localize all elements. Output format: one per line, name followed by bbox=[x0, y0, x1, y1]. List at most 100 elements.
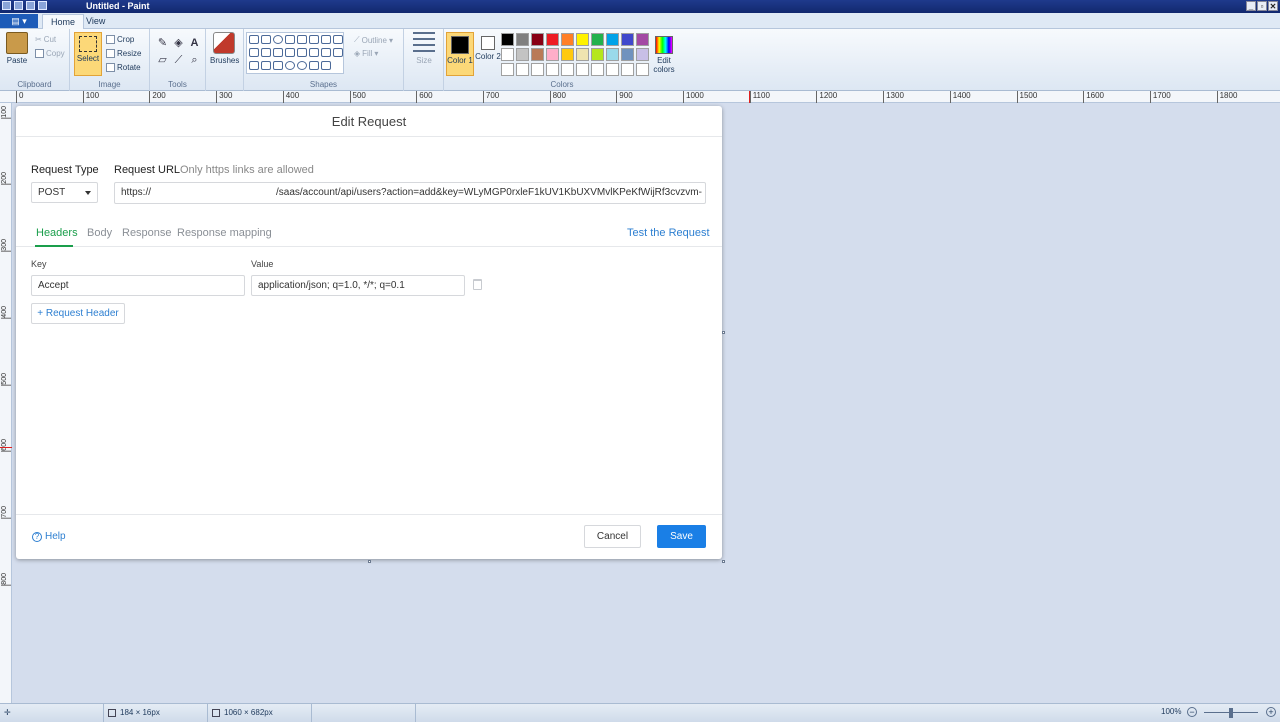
shape-callout-rect-icon[interactable] bbox=[273, 61, 283, 70]
eraser-icon[interactable]: ▱ bbox=[156, 54, 169, 67]
shape-star4-icon[interactable] bbox=[333, 48, 343, 57]
color2-button[interactable]: Color 2 bbox=[474, 32, 502, 76]
palette-swatch[interactable] bbox=[516, 63, 529, 76]
shape-triangle-icon[interactable] bbox=[321, 35, 331, 44]
request-type-select[interactable]: POST bbox=[31, 182, 98, 203]
zoom-out-button[interactable]: − bbox=[1187, 707, 1197, 717]
shape-callout-cloud-icon[interactable] bbox=[297, 61, 307, 70]
paste-button[interactable]: Paste bbox=[3, 32, 31, 65]
tab-headers[interactable]: Headers bbox=[36, 227, 78, 239]
shape-rounded-rect-icon[interactable] bbox=[297, 35, 307, 44]
palette-swatch[interactable] bbox=[561, 48, 574, 61]
outline-dropdown[interactable]: ⟋ Outline ▾ bbox=[354, 35, 393, 45]
palette-swatch[interactable] bbox=[636, 63, 649, 76]
cut-button[interactable]: ✂ Cut bbox=[35, 35, 56, 44]
palette-swatch[interactable] bbox=[561, 63, 574, 76]
fill-bucket-icon[interactable]: ◈ bbox=[172, 37, 185, 50]
palette-swatch[interactable] bbox=[636, 33, 649, 46]
canvas-resize-handle-bottom[interactable] bbox=[368, 560, 371, 563]
shape-hexagon-icon[interactable] bbox=[273, 48, 283, 57]
close-button[interactable]: ✕ bbox=[1268, 1, 1278, 11]
shape-callout-oval-icon[interactable] bbox=[285, 61, 295, 70]
palette-swatch[interactable] bbox=[576, 63, 589, 76]
fill-dropdown[interactable]: ◈ Fill ▾ bbox=[354, 49, 378, 58]
palette-swatch[interactable] bbox=[546, 33, 559, 46]
copy-button[interactable]: Copy bbox=[35, 49, 65, 58]
palette-swatch[interactable] bbox=[576, 48, 589, 61]
shape-arrow-left-icon[interactable] bbox=[297, 48, 307, 57]
shape-rectangle-icon[interactable] bbox=[285, 35, 295, 44]
palette-swatch[interactable] bbox=[531, 33, 544, 46]
shapes-gallery[interactable] bbox=[246, 32, 344, 74]
palette-swatch[interactable] bbox=[501, 48, 514, 61]
save-icon[interactable] bbox=[14, 1, 23, 10]
restore-button[interactable]: ▫ bbox=[1257, 1, 1267, 11]
color1-button[interactable]: Color 1 bbox=[446, 32, 474, 76]
palette-swatch[interactable] bbox=[531, 48, 544, 61]
color-picker-icon[interactable]: ⟋ bbox=[172, 54, 185, 67]
palette-swatch[interactable] bbox=[636, 48, 649, 61]
add-request-header-button[interactable]: + Request Header bbox=[31, 303, 125, 324]
canvas-resize-handle-right[interactable] bbox=[722, 331, 725, 334]
shape-arrow-right-icon[interactable] bbox=[285, 48, 295, 57]
palette-swatch[interactable] bbox=[501, 33, 514, 46]
shape-lightning-icon[interactable] bbox=[321, 61, 331, 70]
palette-swatch[interactable] bbox=[591, 48, 604, 61]
shape-heart-icon[interactable] bbox=[309, 61, 319, 70]
tab-view[interactable]: View bbox=[78, 14, 113, 29]
shape-polygon-icon[interactable] bbox=[309, 35, 319, 44]
palette-swatch[interactable] bbox=[606, 33, 619, 46]
help-link[interactable]: ? Help bbox=[32, 531, 66, 542]
palette-swatch[interactable] bbox=[516, 48, 529, 61]
header-value-input[interactable]: application/json; q=1.0, */*; q=0.1 bbox=[251, 275, 465, 296]
minimize-button[interactable]: _ bbox=[1246, 1, 1256, 11]
undo-icon[interactable] bbox=[26, 1, 35, 10]
resize-button[interactable]: Resize bbox=[106, 49, 141, 58]
shape-oval-icon[interactable] bbox=[273, 35, 283, 44]
tab-response-mapping[interactable]: Response mapping bbox=[177, 227, 272, 239]
pencil-icon[interactable]: ✎ bbox=[156, 37, 169, 50]
tab-body[interactable]: Body bbox=[87, 227, 112, 239]
palette-swatch[interactable] bbox=[576, 33, 589, 46]
edit-colors-button[interactable]: Edit colors bbox=[649, 32, 679, 76]
shape-arrow-down-icon[interactable] bbox=[321, 48, 331, 57]
shape-right-triangle-icon[interactable] bbox=[333, 35, 343, 44]
palette-swatch[interactable] bbox=[591, 33, 604, 46]
palette-swatch[interactable] bbox=[516, 33, 529, 46]
palette-swatch[interactable] bbox=[561, 33, 574, 46]
palette-swatch[interactable] bbox=[501, 63, 514, 76]
test-request-link[interactable]: Test the Request bbox=[627, 227, 710, 239]
select-button[interactable]: Select bbox=[74, 32, 102, 76]
text-icon[interactable]: A bbox=[188, 37, 201, 50]
palette-swatch[interactable] bbox=[606, 63, 619, 76]
shape-star6-icon[interactable] bbox=[261, 61, 271, 70]
tab-response[interactable]: Response bbox=[122, 227, 172, 239]
palette-swatch[interactable] bbox=[621, 63, 634, 76]
palette-swatch[interactable] bbox=[621, 33, 634, 46]
brushes-button[interactable]: Brushes bbox=[210, 32, 239, 65]
save-button[interactable]: Save bbox=[657, 525, 706, 548]
shape-pentagon-icon[interactable] bbox=[261, 48, 271, 57]
shape-curve-icon[interactable] bbox=[261, 35, 271, 44]
shape-star5-icon[interactable] bbox=[249, 61, 259, 70]
palette-swatch[interactable] bbox=[531, 63, 544, 76]
palette-swatch[interactable] bbox=[546, 48, 559, 61]
trash-icon[interactable] bbox=[473, 279, 482, 290]
shape-arrow-up-icon[interactable] bbox=[309, 48, 319, 57]
rotate-button[interactable]: Rotate bbox=[106, 63, 141, 72]
zoom-in-button[interactable]: + bbox=[1266, 707, 1276, 717]
zoom-slider-thumb[interactable] bbox=[1229, 708, 1233, 718]
palette-swatch[interactable] bbox=[606, 48, 619, 61]
canvas-resize-handle-corner[interactable] bbox=[722, 560, 725, 563]
palette-swatch[interactable] bbox=[546, 63, 559, 76]
palette-swatch[interactable] bbox=[621, 48, 634, 61]
shape-line-icon[interactable] bbox=[249, 35, 259, 44]
magnifier-icon[interactable]: ⌕ bbox=[188, 54, 201, 67]
shape-diamond-icon[interactable] bbox=[249, 48, 259, 57]
cancel-button[interactable]: Cancel bbox=[584, 525, 641, 548]
crop-button[interactable]: Crop bbox=[106, 35, 134, 44]
header-key-input[interactable]: Accept bbox=[31, 275, 245, 296]
size-button[interactable]: Size bbox=[410, 32, 438, 65]
paint-menu-button[interactable]: ▤ ▾ bbox=[0, 14, 38, 28]
redo-icon[interactable] bbox=[38, 1, 47, 10]
